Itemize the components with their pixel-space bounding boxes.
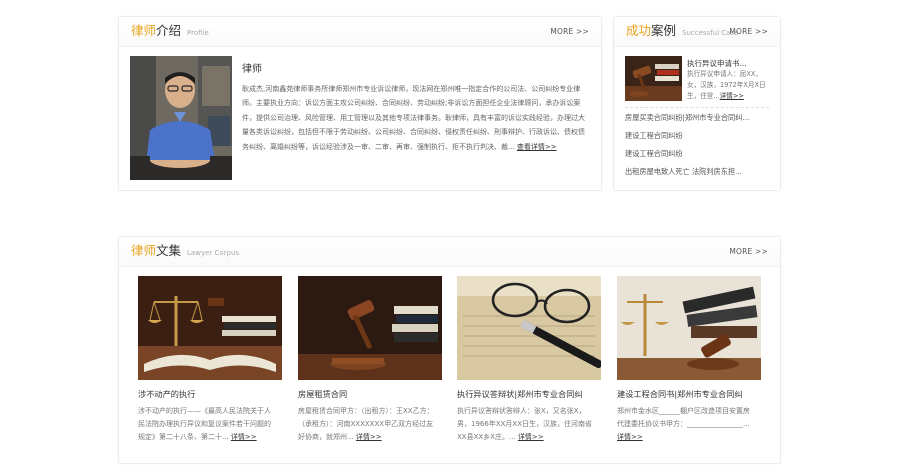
article-title[interactable]: 涉不动产的执行 — [138, 388, 195, 400]
profile-description: 耿成杰,河南鑫苑律师事务所律师郑州市专业诉讼律师，现法网在郑州唯一指定合作的公司… — [242, 82, 590, 154]
profile-heading-accent: 律师 — [131, 23, 157, 38]
corpus-more-link[interactable]: MORE >> — [729, 247, 768, 256]
cases-heading: 成功案例 Successful Case — [626, 23, 738, 41]
case-featured-desc: 执行异议申请人：屈XX，女，汉族，1972年X月X日生，住登...详情>> — [687, 69, 773, 102]
case-featured-title[interactable]: 执行异议申请书... — [687, 58, 747, 69]
article-summary: 涉不动产的执行——《最高人民法院关于人民法院办理执行异议和复议案件若干问题的规定… — [138, 405, 276, 445]
lawyer-photo — [130, 56, 232, 180]
article-summary: 房屋租赁合同甲方：（出租方）：王XX乙方：（承租方）：河南XXXXXXX甲乙双方… — [298, 405, 436, 445]
article-detail-link[interactable]: 详情>> — [617, 433, 643, 441]
cases-heading-accent: 成功 — [626, 23, 652, 38]
article-image[interactable] — [457, 276, 601, 380]
article-image[interactable] — [298, 276, 442, 380]
case-thumbnail[interactable] — [625, 56, 682, 101]
cases-more-link[interactable]: MORE >> — [729, 27, 768, 36]
profile-header: 律师介绍 Profile MORE >> — [119, 17, 601, 47]
case-list-item[interactable]: 建设工程合同纠纷 — [625, 148, 775, 166]
article-title[interactable]: 房屋租赁合同 — [298, 388, 347, 400]
cases-header: 成功案例 Successful Case MORE >> — [614, 17, 780, 47]
case-list-item[interactable]: 出租房屋电致人死亡 法院判房东担... — [625, 166, 775, 184]
corpus-heading-accent: 律师 — [131, 243, 157, 258]
profile-heading-en: Profile — [187, 29, 209, 37]
case-list-item[interactable]: 房屋买卖合同纠纷|郑州市专业合同纠... — [625, 112, 775, 130]
case-list: 房屋买卖合同纠纷|郑州市专业合同纠... 建设工程合同纠纷 建设工程合同纠纷 出… — [625, 112, 775, 184]
case-divider — [625, 107, 769, 108]
case-list-item[interactable]: 建设工程合同纠纷 — [625, 130, 775, 148]
article-title[interactable]: 建设工程合同书|郑州市专业合同纠 — [617, 388, 743, 400]
corpus-header: 律师文集 Lawyer Corpus MORE >> — [119, 237, 780, 267]
profile-heading-rest: 介绍 — [156, 23, 182, 38]
article-detail-link[interactable]: 详情>> — [231, 433, 257, 441]
article-summary: 执行异议答辩状答辩人：张X，又名张X，男，1966年XX月XX日生，汉族，住河南… — [457, 405, 595, 445]
profile-heading: 律师介绍 Profile — [131, 23, 209, 41]
lawyer-name: 律师 — [242, 64, 262, 75]
cases-heading-rest: 案例 — [651, 23, 677, 38]
article-image[interactable] — [138, 276, 282, 380]
article-detail-link[interactable]: 详情>> — [356, 433, 382, 441]
article-image[interactable] — [617, 276, 761, 380]
article-detail-link[interactable]: 详情>> — [518, 433, 544, 441]
corpus-heading: 律师文集 Lawyer Corpus — [131, 243, 239, 261]
case-featured-link[interactable]: 详情>> — [720, 92, 744, 100]
article-summary-text: 郑州市金水区______棚户区改造项目安置房代建委托协议书甲方：________… — [617, 407, 750, 429]
profile-detail-link[interactable]: 查看详情>> — [517, 143, 557, 151]
article-summary: 郑州市金水区______棚户区改造项目安置房代建委托协议书甲方：________… — [617, 405, 755, 445]
profile-more-link[interactable]: MORE >> — [550, 27, 589, 36]
profile-description-text: 耿成杰,河南鑫苑律师事务所律师郑州市专业诉讼律师，现法网在郑州唯一指定合作的公司… — [242, 85, 585, 151]
corpus-heading-rest: 文集 — [156, 243, 182, 258]
article-title[interactable]: 执行异议答辩状|郑州市专业合同纠 — [457, 388, 583, 400]
corpus-heading-en: Lawyer Corpus — [187, 249, 240, 257]
